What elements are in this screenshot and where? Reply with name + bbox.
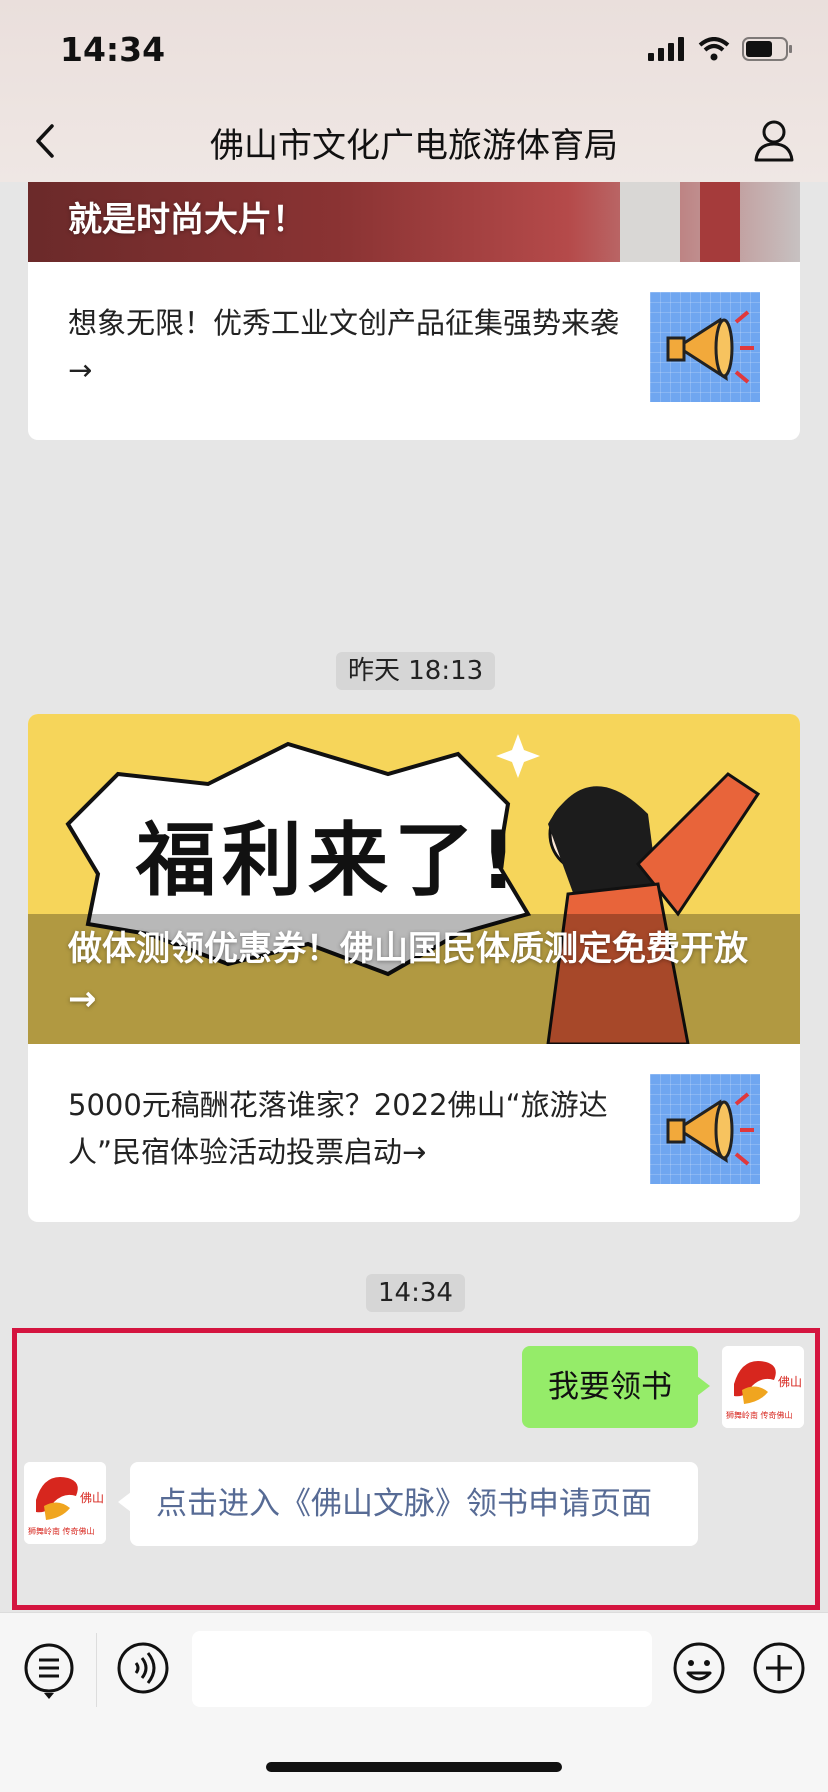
- menu-list-icon[interactable]: [22, 1641, 76, 1699]
- svg-text:佛山: 佛山: [80, 1491, 104, 1505]
- megaphone-icon[interactable]: [650, 292, 760, 402]
- megaphone-icon[interactable]: [650, 1074, 760, 1184]
- top-bar: 14:34 佛山市文化广电旅游体育局: [0, 0, 828, 182]
- status-time: 14:34: [60, 30, 166, 69]
- card-2-sub-article-title[interactable]: 5000元稿酬花落谁家？2022佛山“旅游达人”民宿体验活动投票启动→: [68, 1082, 628, 1176]
- timestamp-chip: 昨天 18:13: [336, 652, 496, 690]
- home-indicator[interactable]: [266, 1762, 562, 1772]
- emoji-icon[interactable]: [672, 1641, 726, 1695]
- outgoing-message-bubble[interactable]: 我要领书: [522, 1346, 710, 1428]
- incoming-link-bubble[interactable]: 点击进入《佛山文脉》领书申请页面: [118, 1462, 698, 1546]
- voice-icon[interactable]: [116, 1641, 170, 1695]
- svg-text:狮舞岭南 传奇佛山: 狮舞岭南 传奇佛山: [28, 1526, 95, 1536]
- article-card-2[interactable]: 福利来了! 做体测领优惠券！佛山国民体质测定免费开放→ 5000元稿酬花落谁家？…: [28, 714, 800, 1222]
- card-1-sub-article-title[interactable]: 想象无限！优秀工业文创产品征集强势来袭→: [68, 300, 628, 394]
- page-title: 佛山市文化广电旅游体育局: [210, 126, 618, 166]
- card-1-sub-article[interactable]: 想象无限！优秀工业文创产品征集强势来袭→: [28, 262, 800, 440]
- plus-icon[interactable]: [752, 1641, 806, 1695]
- chat-area[interactable]: 就是时尚大片！ 想象无限！优秀工业文创产品征集强势来袭→ 昨天 18:13 福利…: [0, 0, 828, 1612]
- message-input[interactable]: [192, 1631, 652, 1707]
- svg-text:狮舞岭南 传奇佛山: 狮舞岭南 传奇佛山: [726, 1410, 793, 1420]
- my-avatar[interactable]: 佛山 狮舞岭南 传奇佛山: [722, 1346, 804, 1428]
- timestamp-chip: 14:34: [366, 1274, 465, 1312]
- status-icons: [648, 36, 794, 62]
- person-icon[interactable]: [750, 116, 798, 164]
- battery-icon: [742, 37, 792, 61]
- card-2-banner-text: 福利来了!: [136, 814, 523, 907]
- wifi-icon: [698, 37, 730, 61]
- signal-icon: [648, 37, 684, 61]
- svg-text:佛山: 佛山: [778, 1375, 802, 1389]
- input-bar-divider: [96, 1633, 97, 1707]
- card-2-hero-title[interactable]: 做体测领优惠券！佛山国民体质测定免费开放→: [68, 924, 760, 1024]
- card-1-hero-title[interactable]: 就是时尚大片！: [68, 195, 760, 245]
- official-account-avatar[interactable]: 佛山 狮舞岭南 传奇佛山: [24, 1462, 106, 1544]
- card-2-sub-article[interactable]: 5000元稿酬花落谁家？2022佛山“旅游达人”民宿体验活动投票启动→: [28, 1044, 800, 1222]
